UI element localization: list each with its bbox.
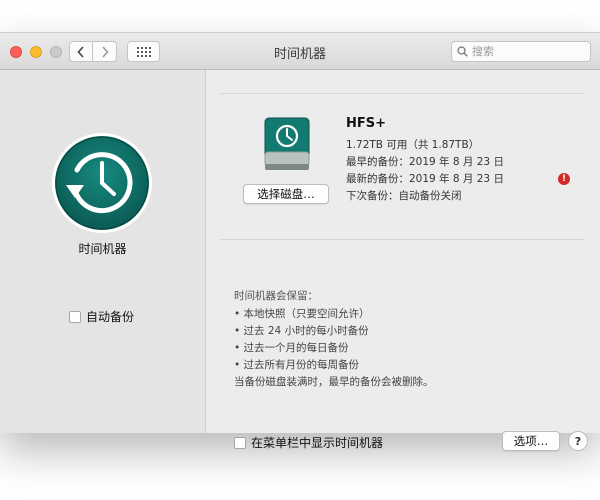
auto-backup-checkbox-box[interactable] — [69, 310, 81, 323]
select-disk-button[interactable]: 选择磁盘… — [243, 184, 329, 204]
retention-title: 时间机器会保留： — [234, 290, 318, 302]
latest-backup: 最新的备份：2019 年 8 月 23 日 — [346, 173, 504, 185]
external-drive-icon — [264, 117, 310, 170]
search-input[interactable] — [472, 45, 582, 58]
preferences-window: 时间机器 时间机器 — [0, 32, 600, 451]
next-backup: 下次备份：自动备份关闭 — [346, 190, 462, 202]
time-machine-icon — [52, 133, 152, 233]
list-item: • 过去所有月份的每周备份 — [234, 359, 360, 371]
warning-icon[interactable]: ! — [558, 173, 570, 185]
title-bar: 时间机器 — [0, 33, 600, 70]
search-field[interactable] — [451, 41, 591, 62]
search-icon — [457, 46, 468, 57]
sidebar-title: 时间机器 — [78, 242, 127, 256]
show-in-menubar-checkbox[interactable]: 在菜单栏中显示时间机器 — [234, 434, 383, 451]
retention-note: 当备份磁盘装满时，最早的备份会被删除。 — [234, 376, 434, 388]
auto-backup-label: 自动备份 — [86, 310, 135, 324]
sidebar: 时间机器 自动备份 — [0, 70, 206, 433]
options-button[interactable]: 选项… — [502, 431, 560, 451]
disk-available: 1.72TB 可用（共 1.87TB） — [346, 139, 480, 151]
oldest-backup: 最早的备份：2019 年 8 月 23 日 — [346, 156, 504, 168]
disk-name: HFS+ — [346, 116, 387, 131]
retention-list: • 本地快照（只要空间允许） • 过去 24 小时的每小时备份 • 过去一个月的… — [234, 306, 370, 374]
list-item: • 本地快照（只要空间允许） — [234, 308, 370, 320]
help-button[interactable]: ? — [568, 431, 588, 451]
main-panel: 选择磁盘… HFS+ 1.72TB 可用（共 1.87TB） 最早的备份：201… — [206, 70, 600, 451]
show-in-menubar-label: 在菜单栏中显示时间机器 — [251, 436, 384, 450]
backup-disk-panel: 选择磁盘… HFS+ 1.72TB 可用（共 1.87TB） 最早的备份：201… — [220, 93, 585, 240]
auto-backup-checkbox[interactable]: 自动备份 — [69, 308, 134, 325]
list-item: • 过去 24 小时的每小时备份 — [234, 325, 369, 337]
list-item: • 过去一个月的每日备份 — [234, 342, 349, 354]
show-in-menubar-checkbox-box[interactable] — [234, 436, 246, 449]
